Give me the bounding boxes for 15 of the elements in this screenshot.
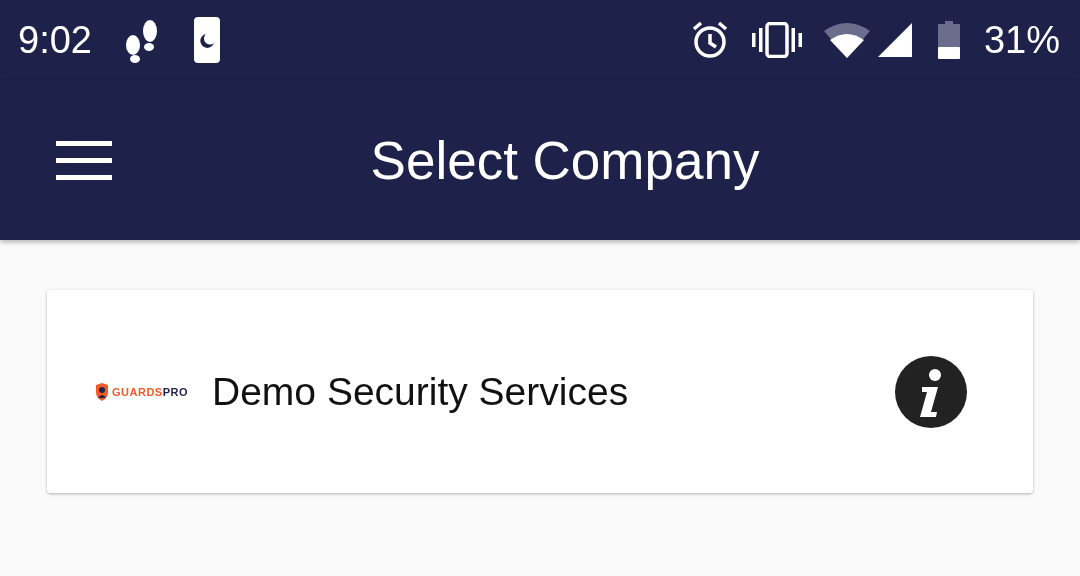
screen-title: Select Company bbox=[369, 129, 761, 191]
shield-icon bbox=[95, 382, 109, 401]
logo-text: GUARDSPRO bbox=[112, 385, 188, 398]
menu-button[interactable] bbox=[56, 140, 112, 180]
info-icon[interactable] bbox=[895, 355, 967, 428]
signal-icon bbox=[877, 23, 912, 57]
wifi-icon bbox=[823, 22, 870, 58]
night-mode-icon bbox=[193, 17, 220, 63]
vibrate-icon bbox=[751, 22, 802, 58]
company-name: Demo Security Services bbox=[212, 369, 630, 414]
clock-time: 9:02 bbox=[18, 18, 92, 62]
menu-icon bbox=[56, 140, 112, 180]
battery-icon bbox=[937, 21, 960, 59]
battery-percentage: 31% bbox=[983, 18, 1060, 62]
company-card[interactable]: GUARDSPRO Demo Security Services bbox=[47, 290, 1033, 493]
